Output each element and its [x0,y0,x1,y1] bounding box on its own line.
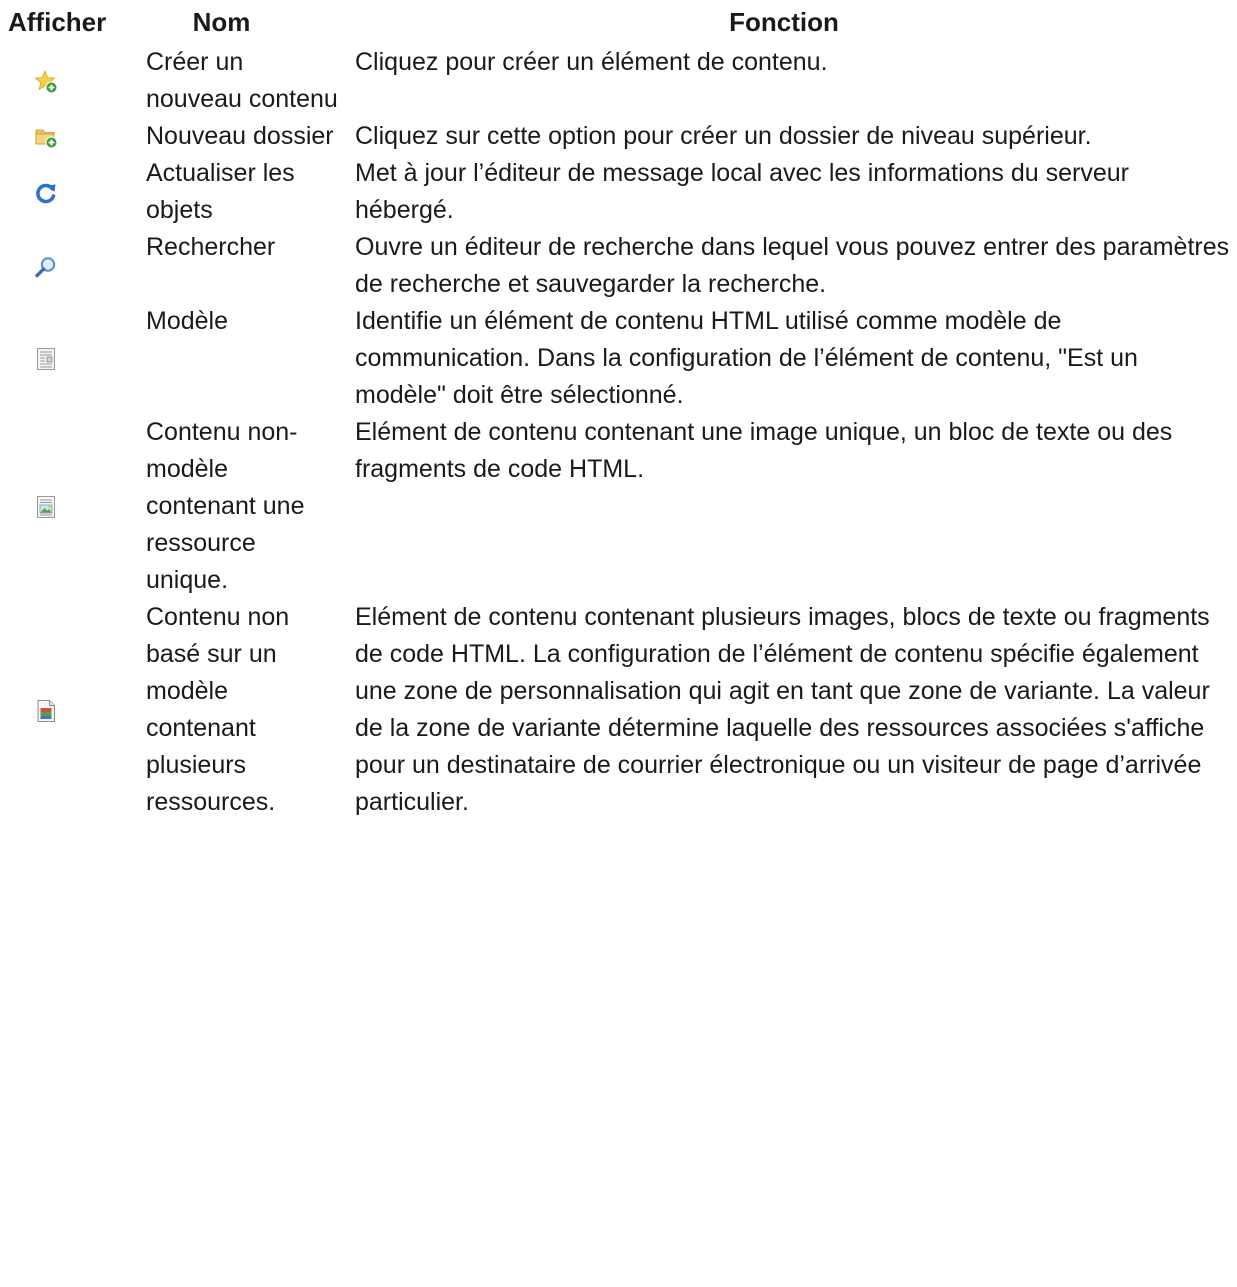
table-row: Actualiser les objets Met à jour l’édite… [0,155,1237,229]
item-name: Nouveau dossier [146,122,334,150]
refresh-icon [34,181,58,205]
table-row: Nouveau dossier Cliquez sur cette option… [0,118,1237,155]
table-row: Créer un nouveau contenu Cliquez pour cr… [0,44,1237,118]
header-fonction: Fonction [729,7,839,37]
table-row: Contenu non-modèle contenant une ressour… [0,414,1237,599]
item-name: Rechercher [146,233,276,261]
icon-cell [0,303,138,414]
table-row: Contenu non basé sur un modèle contenant… [0,599,1237,821]
item-function: Identifie un élément de contenu HTML uti… [355,307,1138,409]
icon-cell [0,44,138,118]
item-function: Cliquez pour créer un élément de contenu… [355,48,828,76]
icon-cell [0,118,138,155]
header-afficher: Afficher [8,7,107,37]
icon-cell [0,599,138,821]
icon-cell [0,229,138,303]
search-icon [34,255,58,279]
icon-cell [0,414,138,599]
item-function: Cliquez sur cette option pour créer un d… [355,122,1092,150]
template-icon [34,347,58,371]
table-header-row: Afficher Nom Fonction [0,0,1237,44]
item-name: Contenu non basé sur un modèle contenant… [146,603,290,816]
item-name: Actualiser les objets [146,159,295,224]
item-name: Créer un nouveau contenu [146,48,338,113]
single-asset-content-icon [34,495,58,519]
multi-asset-content-icon [34,699,58,723]
item-name: Modèle [146,307,228,335]
icon-cell [0,155,138,229]
table-row: Rechercher Ouvre un éditeur de recherche… [0,229,1237,303]
item-function: Elément de contenu contenant plusieurs i… [355,603,1210,816]
item-name: Contenu non-modèle contenant une ressour… [146,418,305,594]
header-nom: Nom [192,7,251,37]
icons-table: Afficher Nom Fonction Créer un nouveau c… [0,0,1237,821]
star-add-icon [34,69,58,94]
item-function: Elément de contenu contenant une image u… [355,418,1173,483]
table-row: Modèle Identifie un élément de contenu H… [0,303,1237,414]
item-function: Met à jour l’éditeur de message local av… [355,159,1129,224]
folder-add-icon [34,125,58,149]
item-function: Ouvre un éditeur de recherche dans leque… [355,233,1230,298]
